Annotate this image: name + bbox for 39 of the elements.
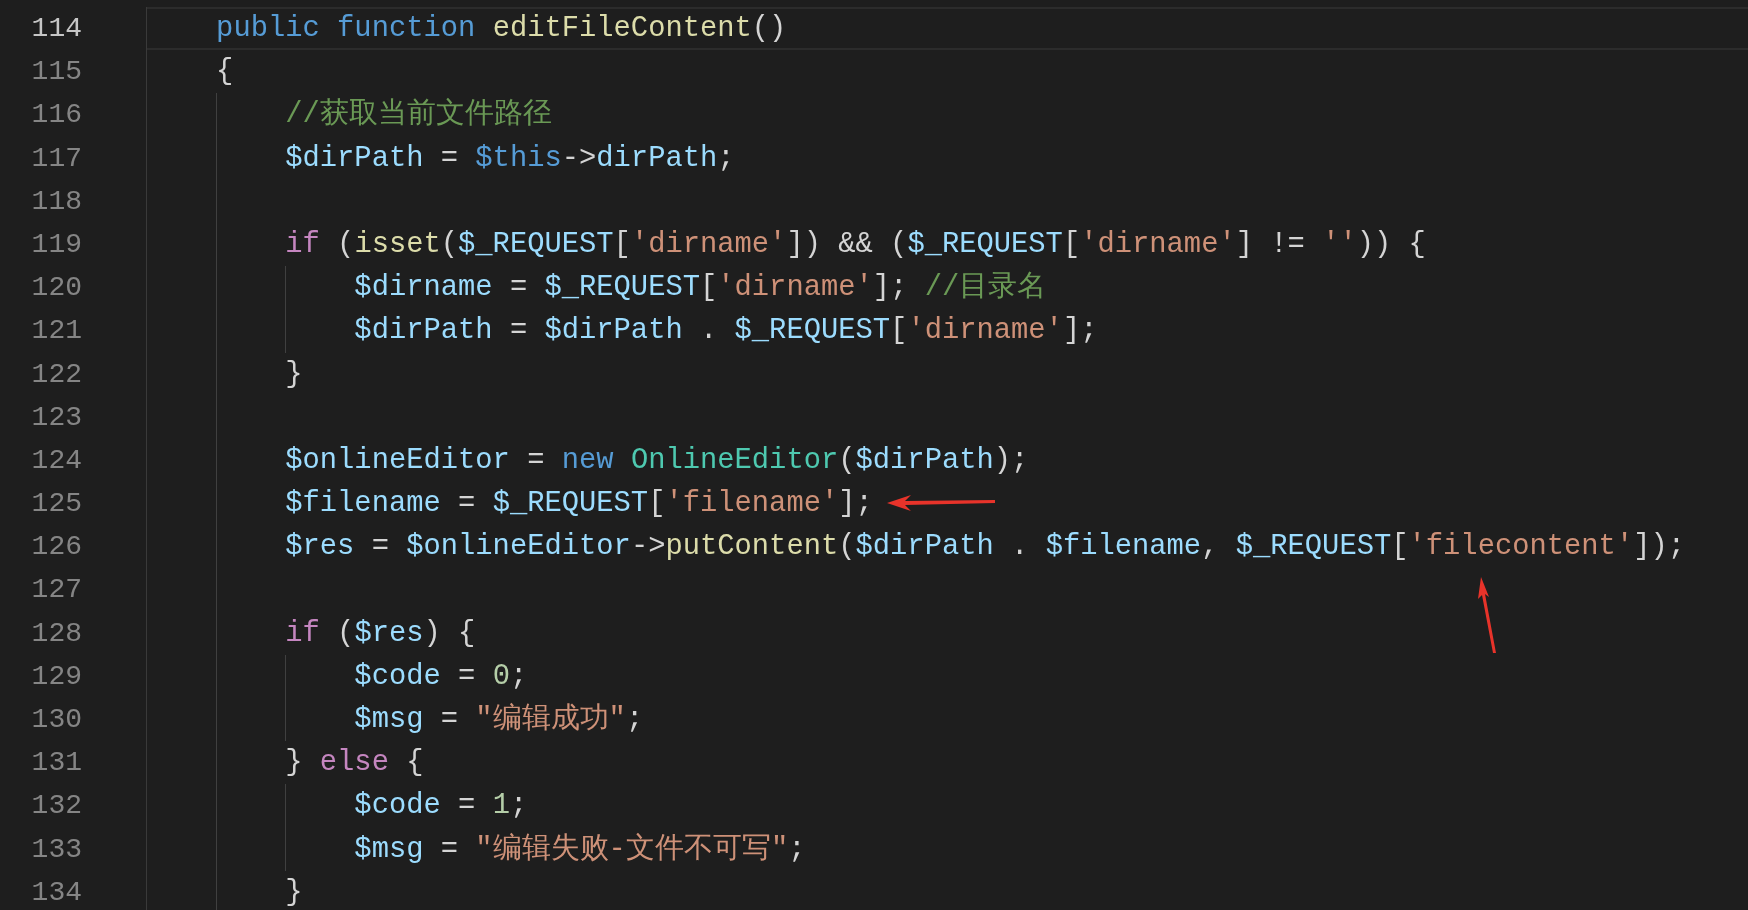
line-number: 122 — [0, 352, 147, 396]
line-number: 126 — [0, 525, 147, 569]
code-line: } else { — [284, 746, 424, 780]
code-line: public function editFileContent() — [215, 12, 787, 45]
code-line: $code = 0; — [353, 659, 528, 693]
line-number: 131 — [0, 741, 147, 785]
code-line: $dirPath = $dirPath . $_REQUEST['dirname']; — [353, 314, 1098, 348]
code-line: $code = 1; — [353, 789, 528, 823]
line-number: 130 — [0, 698, 147, 742]
line-number: 119 — [0, 222, 147, 267]
code-line: //获取当前文件路径 — [284, 98, 552, 132]
line-number: 121 — [0, 309, 147, 353]
code-line: { — [215, 55, 234, 89]
code-line: $msg = "编辑成功"; — [353, 703, 644, 736]
code-line: } — [284, 875, 303, 909]
line-number: 115 — [0, 50, 147, 94]
line-number: 134 — [0, 870, 147, 910]
line-number: 133 — [0, 827, 147, 871]
line-number: 117 — [0, 136, 147, 180]
line-number: 127 — [0, 568, 147, 612]
code-line: } — [284, 357, 303, 391]
line-number: 114 — [0, 7, 147, 51]
line-number: 125 — [0, 482, 147, 526]
code-line: $dirname = $_REQUEST['dirname']; //目录名 — [353, 271, 1047, 305]
code-line: $dirPath = $this->dirPath; — [284, 141, 735, 175]
line-number: 118 — [0, 179, 147, 223]
line-number: 123 — [0, 395, 147, 439]
code-line: if (isset($_REQUEST['dirname']) && ($_REQUEST['dirname'] != '')) { — [284, 227, 1426, 261]
code-line: $onlineEditor = new OnlineEditor($dirPath); — [284, 443, 1029, 477]
line-number: 129 — [0, 654, 147, 698]
code-line: if ($res) { — [284, 616, 476, 650]
code-line: $filename = $_REQUEST['filename']; — [284, 487, 873, 521]
line-number: 120 — [0, 266, 147, 310]
line-number: 132 — [0, 784, 147, 828]
line-number: 124 — [0, 438, 147, 483]
code-line: $res = $onlineEditor->putContent($dirPath . $filename, $_REQUEST['filecontent']); — [147, 530, 1686, 564]
line-number: 128 — [0, 611, 147, 655]
code-line: $msg = "编辑失败-文件不可写"; — [353, 832, 806, 866]
line-number: 116 — [0, 93, 147, 137]
